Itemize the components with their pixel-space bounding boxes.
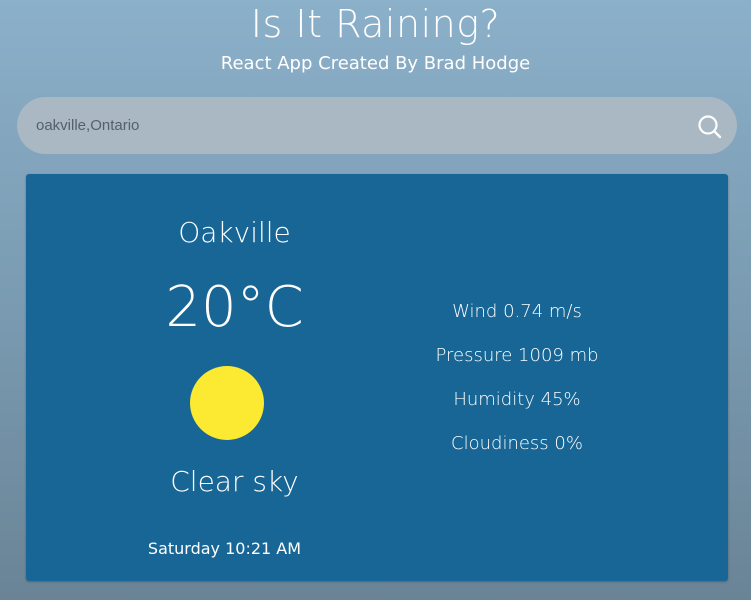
weather-condition: Clear sky	[170, 465, 299, 498]
cloudiness-detail: Cloudiness 0%	[451, 433, 583, 454]
search-bar	[17, 97, 737, 154]
weather-card: Oakville 20°C Clear sky Saturday 10:21 A…	[26, 174, 728, 581]
app-title: Is It Raining?	[250, 2, 501, 46]
city-name: Oakville	[178, 216, 291, 249]
temperature: 20°C	[165, 275, 304, 340]
date-time: Saturday 10:21 AM	[147, 539, 302, 558]
humidity-detail: Humidity 45%	[453, 389, 581, 410]
wind-detail: Wind 0.74 m/s	[452, 301, 582, 322]
search-icon[interactable]	[697, 114, 722, 139]
search-input[interactable]	[36, 111, 676, 139]
pressure-detail: Pressure 1009 mb	[435, 345, 599, 366]
app-subtitle: React App Created By Brad Hodge	[220, 53, 531, 74]
weather-details: Wind 0.74 m/s Pressure 1009 mb Humidity …	[397, 298, 637, 474]
sun-icon	[190, 366, 264, 440]
